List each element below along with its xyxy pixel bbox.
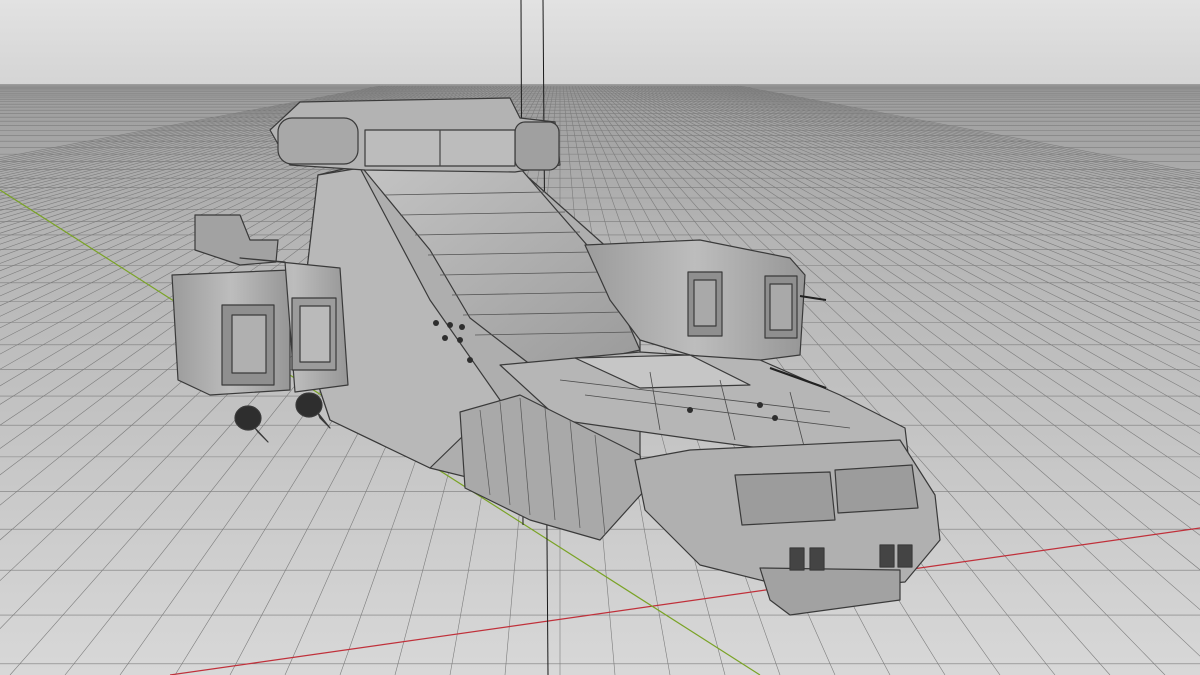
left-pod-panel-a-inner: [231, 314, 267, 374]
viewport-canvas[interactable]: [0, 0, 1200, 675]
left-pod-panel-b-inner: [299, 305, 331, 363]
thruster-nozzle-1: [234, 405, 262, 431]
nose-intake-1: [789, 547, 805, 571]
3d-viewport[interactable]: [0, 0, 1200, 675]
cockpit-right-panel: [514, 121, 560, 171]
nose-intake-3: [879, 544, 895, 568]
right-pod-panel-a-inner: [693, 279, 717, 327]
right-pod-panel-b-inner: [769, 283, 793, 331]
nose-intake-4: [897, 544, 913, 568]
nose-window-right: [834, 464, 919, 514]
nose-intake-2: [809, 547, 825, 571]
cockpit-left-panel: [277, 117, 359, 165]
nose-window-left: [734, 471, 836, 526]
viewport-background: [0, 0, 1200, 86]
